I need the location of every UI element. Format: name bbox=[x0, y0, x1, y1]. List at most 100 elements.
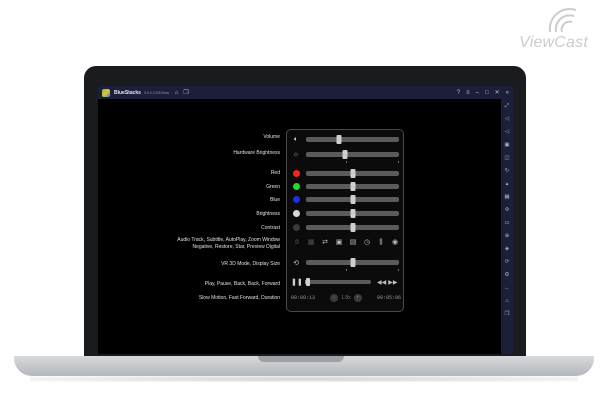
repeat-icon[interactable]: ⇄ bbox=[320, 239, 330, 246]
slider-thumb[interactable] bbox=[342, 150, 348, 159]
slider-thumb[interactable] bbox=[350, 182, 355, 191]
blue-slider[interactable] bbox=[306, 195, 399, 204]
macro-icon[interactable]: ⊕ bbox=[503, 232, 511, 241]
tick-mark bbox=[398, 161, 399, 163]
fast-forward-icon[interactable]: ▶▶ bbox=[388, 279, 397, 286]
restore-icon[interactable]: □ bbox=[485, 90, 489, 96]
collapse-icon[interactable]: « bbox=[506, 90, 509, 96]
label-play: Play, Pause, Back, Back, Forward bbox=[204, 281, 280, 287]
layers-icon[interactable]: ◈ bbox=[503, 245, 511, 254]
timer-icon[interactable]: ◷ bbox=[362, 239, 372, 246]
contrast-dot-icon bbox=[291, 223, 301, 232]
bluestacks-sidebar: ⤢ ◁ ◁ ▣ ◫ ↻ ▴ ▦ ✣ ▭ ⊕ ◈ ⟳ ⚙ ← ⌂ ❐ bbox=[501, 99, 513, 354]
gamepad-icon[interactable]: ✣ bbox=[503, 206, 511, 215]
green-dot-icon bbox=[291, 182, 301, 191]
slider-thumb[interactable] bbox=[350, 195, 355, 204]
brightness-row bbox=[291, 209, 401, 218]
document-icon[interactable]: ▤ bbox=[348, 239, 358, 246]
rewind-icon[interactable]: ◀◀ bbox=[377, 279, 386, 286]
control-panel: 🔈︎ ☼ ✋︎ ▦ ⇄ ▣ ▤ ◷ ⫼ ◉ ⟲ ❚❚ ◀◀ ▶▶ 00:00:1… bbox=[286, 129, 404, 312]
slider-thumb[interactable] bbox=[336, 135, 342, 144]
camera-icon[interactable]: ◫ bbox=[503, 154, 511, 163]
menu-icon[interactable]: ≡ bbox=[466, 90, 470, 96]
speed-value: 1.8x bbox=[341, 295, 351, 301]
home-icon[interactable]: ⌂ bbox=[175, 90, 179, 96]
rotate-icon[interactable]: ↻ bbox=[503, 167, 511, 176]
label-brightness: Brightness bbox=[256, 211, 280, 217]
volume-up-icon[interactable]: ◁ bbox=[503, 115, 511, 124]
stage: ViewCast BlueStacks 5.8.0.1028 Beta ⌂ ❐ … bbox=[0, 0, 602, 414]
tick-mark bbox=[346, 161, 347, 163]
audio-track-icon[interactable]: ▦ bbox=[306, 239, 316, 246]
hardware-brightness-slider[interactable] bbox=[306, 150, 399, 159]
hand-icon[interactable]: ✋︎ bbox=[292, 239, 302, 246]
back-icon[interactable]: ← bbox=[503, 284, 511, 293]
fullscreen-icon[interactable]: ⤢ bbox=[503, 102, 511, 111]
current-time: 00:00:13 bbox=[291, 295, 316, 301]
volume-down-icon[interactable]: ◁ bbox=[503, 128, 511, 137]
bluestacks-logo-icon bbox=[102, 88, 110, 97]
screenshot-icon[interactable]: ▦ bbox=[503, 193, 511, 202]
tick-mark bbox=[398, 269, 399, 271]
green-slider[interactable] bbox=[306, 182, 399, 191]
speed-plus-icon[interactable]: + bbox=[353, 294, 362, 302]
label-volume: Volume bbox=[263, 134, 280, 140]
label-hardware-brightness: Hardware Brightness bbox=[233, 150, 280, 156]
close-icon[interactable]: ✕ bbox=[495, 90, 500, 96]
window-controls: ? ≡ – □ ✕ « bbox=[457, 90, 509, 96]
progress-bar[interactable] bbox=[305, 278, 371, 286]
vr-row: ⟲ bbox=[291, 258, 401, 267]
blue-row bbox=[291, 195, 401, 204]
sun-icon: ☼ bbox=[292, 151, 300, 158]
app-name: BlueStacks bbox=[114, 89, 141, 96]
label-red: Red bbox=[270, 170, 280, 176]
screen-icon[interactable]: ▣ bbox=[503, 141, 511, 150]
speed-minus-icon[interactable]: − bbox=[330, 294, 339, 302]
pause-icon[interactable]: ❚❚ bbox=[291, 278, 303, 286]
label-green: Green bbox=[266, 184, 280, 190]
blue-dot-icon bbox=[291, 195, 301, 204]
red-row bbox=[291, 169, 401, 178]
playback-row: ❚❚ ◀◀ ▶▶ bbox=[291, 277, 401, 287]
laptop-shadow bbox=[30, 376, 578, 382]
subtitle-icon[interactable]: ▣ bbox=[334, 239, 344, 246]
slider-thumb[interactable] bbox=[350, 223, 355, 232]
settings-icon[interactable]: ⚙ bbox=[503, 271, 511, 280]
brand-name: ViewCast bbox=[519, 34, 588, 51]
red-dot-icon bbox=[291, 169, 301, 178]
contrast-row bbox=[291, 223, 401, 232]
shake-icon[interactable]: ▴ bbox=[503, 180, 511, 189]
home-icon[interactable]: ⌂ bbox=[503, 297, 511, 306]
volume-row: 🔈︎ bbox=[291, 135, 401, 144]
white-dot-icon bbox=[291, 209, 301, 218]
feature-labels: Volume Hardware Brightness Red Green Blu… bbox=[98, 99, 280, 354]
laptop-notch bbox=[258, 356, 344, 362]
slider-thumb[interactable] bbox=[350, 258, 355, 267]
help-icon[interactable]: ? bbox=[457, 90, 460, 96]
speed-control: − 1.8x + bbox=[330, 294, 362, 302]
time-row: 00:00:13 − 1.8x + 00:05:06 bbox=[291, 293, 401, 303]
feature-toolbar: ✋︎ ▦ ⇄ ▣ ▤ ◷ ⫼ ◉ bbox=[291, 237, 401, 248]
folder-icon[interactable]: ▭ bbox=[503, 219, 511, 228]
progress-thumb[interactable] bbox=[306, 278, 311, 286]
red-slider[interactable] bbox=[306, 169, 399, 178]
multi-instance-icon[interactable]: ❐ bbox=[183, 90, 188, 96]
contrast-slider[interactable] bbox=[306, 223, 399, 232]
viewcast-logo: ViewCast bbox=[500, 6, 590, 52]
label-toolbar-line1: Audio Track, Subtitle, AutoPlay, Zoom Wi… bbox=[177, 237, 280, 243]
label-slow: Slow Motion, Fast Forward, Duration bbox=[198, 295, 280, 301]
label-vr: VR 3D Mode, Display Size bbox=[221, 261, 280, 267]
display-size-slider[interactable] bbox=[306, 258, 399, 267]
brightness-slider[interactable] bbox=[306, 209, 399, 218]
duration: 00:05:06 bbox=[376, 295, 401, 301]
label-contrast: Contrast bbox=[261, 225, 280, 231]
speaker-icon: 🔈︎ bbox=[293, 135, 299, 143]
volume-slider[interactable] bbox=[306, 135, 399, 144]
eye-icon[interactable]: ◉ bbox=[390, 239, 400, 246]
equalizer-icon[interactable]: ⫼ bbox=[376, 239, 386, 246]
slider-thumb[interactable] bbox=[350, 209, 355, 218]
minimize-icon[interactable]: – bbox=[476, 90, 479, 96]
recents-icon[interactable]: ❐ bbox=[503, 310, 511, 319]
sync-icon[interactable]: ⟳ bbox=[503, 258, 511, 267]
slider-thumb[interactable] bbox=[350, 169, 355, 178]
